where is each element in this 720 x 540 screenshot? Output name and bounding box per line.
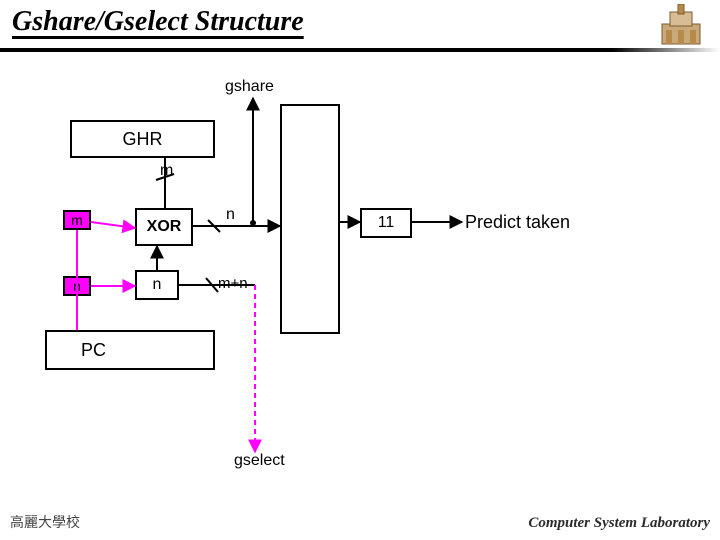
n-bits-tag: n bbox=[63, 276, 91, 296]
m-wire-label: m bbox=[160, 162, 173, 180]
predict-taken-label: Predict taken bbox=[465, 212, 570, 233]
n-box-label: n bbox=[153, 276, 162, 294]
pc-box: PC bbox=[45, 330, 215, 370]
ghr-label: GHR bbox=[123, 129, 163, 150]
xor-label: XOR bbox=[147, 218, 182, 236]
entry-value: 11 bbox=[378, 214, 395, 232]
diagram-canvas: GHR XOR n PC m n 11 gshare m n m+n Predi… bbox=[0, 0, 720, 540]
footer-left-logo: 高麗大學校 bbox=[10, 512, 80, 532]
xor-box: XOR bbox=[135, 208, 193, 246]
ghr-box: GHR bbox=[70, 120, 215, 158]
n-box: n bbox=[135, 270, 179, 300]
gselect-path-label: gselect bbox=[234, 452, 285, 470]
m-bits-tag: m bbox=[63, 210, 91, 230]
n-wire-label: n bbox=[226, 206, 235, 224]
pc-label: PC bbox=[81, 340, 106, 361]
gshare-path-label: gshare bbox=[225, 78, 274, 96]
concat-wire-label: m+n bbox=[218, 275, 248, 292]
prediction-table bbox=[280, 104, 340, 334]
footer-right-lab: Computer System Laboratory bbox=[528, 515, 710, 532]
selected-entry: 11 bbox=[360, 208, 412, 238]
m-tag-label: m bbox=[71, 212, 83, 228]
n-tag-label: n bbox=[73, 278, 81, 294]
wiring-overlay bbox=[0, 0, 720, 540]
